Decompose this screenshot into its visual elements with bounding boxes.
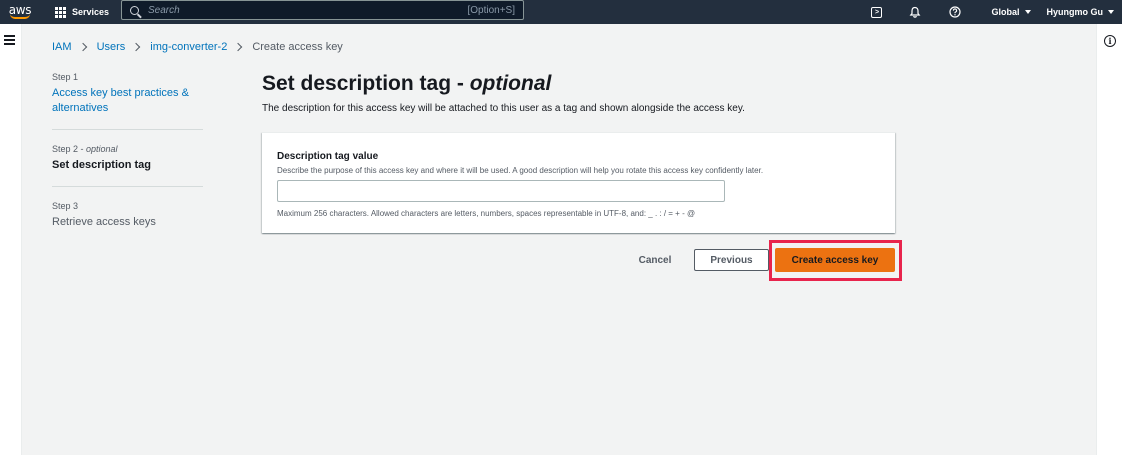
user-menu[interactable]: Hyungmo Gu (1046, 7, 1114, 17)
nav-right-group: > Global Hyungmo Gu (858, 0, 1114, 24)
step-divider (52, 129, 203, 130)
aws-smile-icon (10, 14, 30, 19)
page-title-optional: optional (469, 72, 552, 95)
field-description: Describe the purpose of this access key … (277, 166, 764, 175)
create-access-key-button[interactable]: Create access key (775, 248, 895, 272)
page-description: The description for this access key will… (262, 103, 745, 114)
step-number: Step 1 (52, 72, 79, 82)
help-icon[interactable] (948, 5, 962, 19)
caret-down-icon (1024, 10, 1031, 14)
region-label: Global (991, 7, 1020, 17)
step-number: Step 3 (52, 201, 79, 211)
right-rail: i (1096, 24, 1122, 455)
grid-icon (55, 6, 66, 18)
breadcrumb-users[interactable]: Users (97, 41, 126, 53)
search-input[interactable]: Search [Option+S] (121, 0, 524, 20)
caret-down-icon (1108, 10, 1114, 14)
step-number: Step 2 - optional (52, 144, 118, 154)
aws-logo[interactable]: aws (0, 0, 40, 24)
step-divider (52, 186, 203, 187)
cloudshell-icon[interactable]: > (871, 6, 883, 18)
wizard-steps: Step 1 Access key best practices & alter… (52, 72, 203, 230)
step-2-title: Set description tag (52, 159, 152, 171)
info-icon[interactable]: i (1104, 35, 1116, 47)
menu-icon[interactable] (4, 35, 15, 47)
step-1: Step 1 Access key best practices & alter… (52, 72, 203, 116)
cancel-button[interactable]: Cancel (627, 250, 683, 271)
previous-button[interactable]: Previous (694, 249, 769, 271)
description-tag-input[interactable] (277, 180, 725, 202)
search-placeholder: Search (148, 4, 180, 16)
search-shortcut: [Option+S] (467, 4, 515, 16)
breadcrumb-current: Create access key (252, 41, 343, 53)
breadcrumb-user[interactable]: img-converter-2 (150, 41, 227, 53)
services-menu-button[interactable]: Services (55, 0, 109, 24)
field-constraint: Maximum 256 characters. Allowed characte… (277, 209, 696, 218)
description-tag-card: Description tag value Describe the purpo… (262, 132, 895, 233)
services-label: Services (72, 7, 110, 17)
chevron-right-icon (132, 42, 141, 52)
step-3-title: Retrieve access keys (52, 216, 156, 228)
top-navigation: aws Services Search [Option+S] > Global … (0, 0, 1122, 24)
step-2: Step 2 - optional Set description tag (52, 144, 203, 173)
breadcrumb: IAM Users img-converter-2 Create access … (52, 40, 343, 54)
user-label: Hyungmo Gu (1046, 7, 1104, 17)
region-selector[interactable]: Global (991, 7, 1031, 17)
left-rail (0, 24, 22, 455)
step-2-optional: optional (86, 144, 118, 154)
step-3: Step 3 Retrieve access keys (52, 201, 203, 230)
page-title-text: Set description tag - (262, 72, 470, 95)
search-icon (130, 5, 139, 15)
bell-icon[interactable] (908, 5, 922, 19)
field-label: Description tag value (277, 151, 379, 162)
breadcrumb-iam[interactable]: IAM (52, 41, 72, 53)
step-1-link[interactable]: Access key best practices & alternatives (52, 86, 203, 116)
page-title: Set description tag - optional (262, 72, 551, 96)
chevron-right-icon (234, 42, 243, 52)
step-2-number: Step 2 (52, 144, 79, 154)
chevron-right-icon (78, 42, 87, 52)
